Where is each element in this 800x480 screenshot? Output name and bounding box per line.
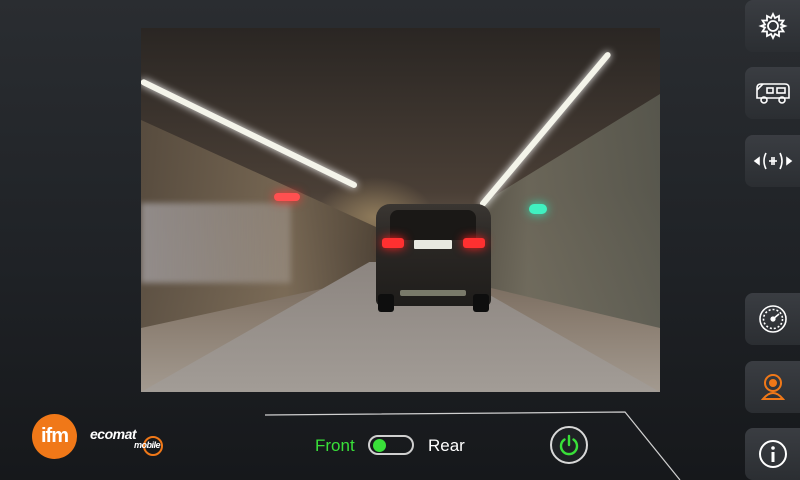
right-sidebar bbox=[745, 0, 800, 480]
vehicle-button[interactable] bbox=[745, 67, 800, 119]
red-signal-light bbox=[274, 193, 300, 201]
info-button[interactable] bbox=[745, 428, 800, 480]
gear-icon bbox=[757, 11, 788, 41]
camera-person-icon bbox=[760, 374, 785, 400]
ifm-logo: ifm bbox=[32, 414, 77, 459]
toggle-knob bbox=[373, 439, 386, 452]
camera-toggle-switch[interactable] bbox=[368, 435, 414, 455]
power-button[interactable] bbox=[550, 426, 588, 464]
dashboard-button[interactable] bbox=[745, 293, 800, 345]
green-signal-light bbox=[529, 204, 547, 214]
front-label: Front bbox=[315, 436, 355, 455]
ecomat-mobile-logo: ecomat mobile bbox=[90, 426, 180, 456]
power-icon bbox=[559, 434, 579, 456]
camera-view bbox=[141, 28, 660, 392]
settings-button[interactable] bbox=[745, 0, 800, 52]
camera-button[interactable] bbox=[745, 361, 800, 413]
lead-car bbox=[376, 204, 491, 312]
bottom-bar: ifm ecomat mobile Front Rear bbox=[0, 400, 745, 480]
align-arrows-icon bbox=[753, 152, 792, 170]
rear-label: Rear bbox=[428, 436, 465, 455]
speedometer-icon bbox=[758, 305, 787, 333]
camper-van-icon bbox=[755, 83, 790, 104]
calibration-button[interactable] bbox=[745, 135, 800, 187]
info-icon bbox=[758, 440, 787, 468]
blurred-car bbox=[141, 203, 291, 283]
